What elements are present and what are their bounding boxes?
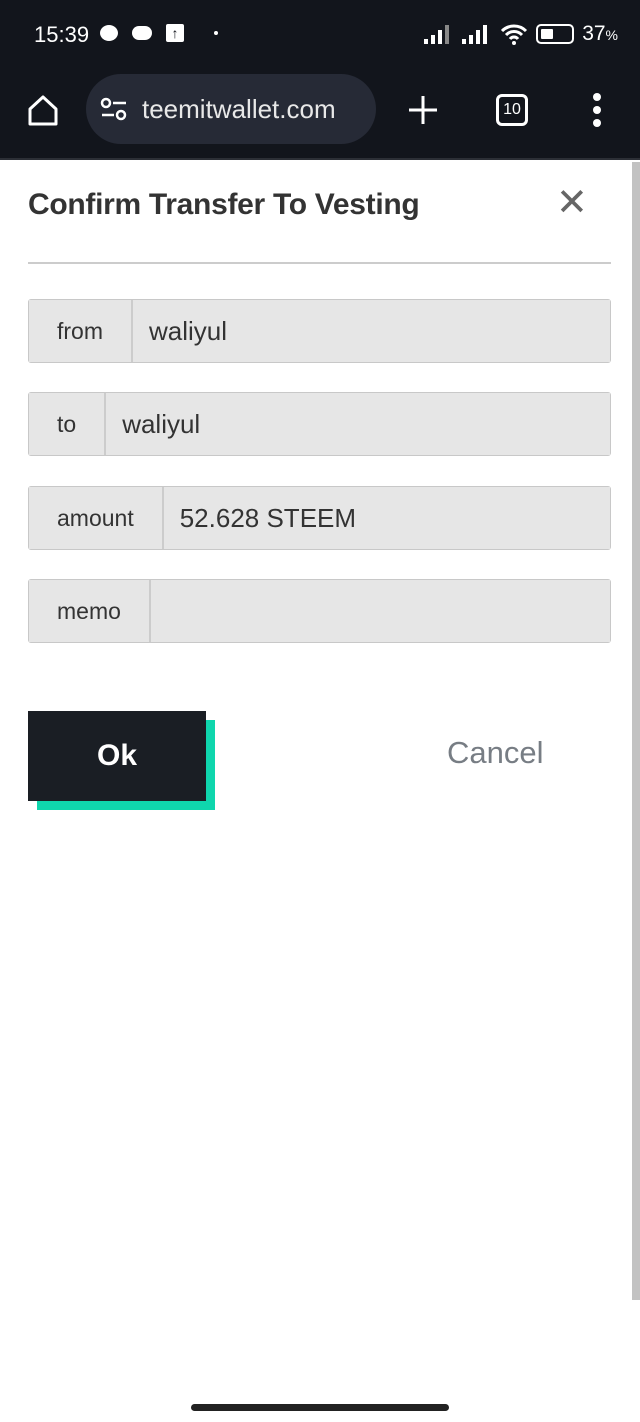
new-tab-icon[interactable] (407, 94, 439, 126)
from-field: from waliyul (28, 299, 611, 363)
status-bar: 15:39 ↑ 37% (0, 0, 640, 70)
dialog-title: Confirm Transfer To Vesting (28, 188, 420, 221)
status-time: 15:39 (34, 22, 90, 47)
field-value: waliyul (106, 393, 610, 455)
wifi-icon (501, 24, 528, 45)
url-text: teemitwallet.com (142, 93, 336, 124)
cancel-button[interactable]: Cancel (447, 735, 544, 771)
battery-level: 37% (582, 22, 618, 45)
amount-field: amount 52.628 STEEM (28, 486, 611, 550)
signal-icon (462, 25, 488, 44)
to-field: to waliyul (28, 392, 611, 456)
axis-message-icon (132, 26, 152, 40)
home-icon[interactable] (26, 93, 60, 127)
browser-toolbar: teemitwallet.com 10 (0, 70, 640, 160)
site-settings-icon[interactable] (100, 97, 128, 121)
signal-icon (424, 25, 450, 44)
more-menu-icon[interactable] (590, 92, 604, 128)
ok-button[interactable]: Ok (28, 711, 206, 801)
divider (28, 262, 611, 264)
field-value (150, 580, 610, 642)
memo-field: memo (28, 579, 611, 643)
field-label: amount (29, 487, 164, 549)
dot-icon (214, 31, 218, 35)
field-value: waliyul (133, 300, 610, 362)
battery-icon (536, 24, 575, 44)
field-label: memo (29, 580, 151, 642)
field-label: to (29, 393, 107, 455)
home-gesture-bar[interactable] (191, 1404, 449, 1411)
scrollbar[interactable] (632, 162, 640, 1300)
field-label: from (29, 300, 133, 362)
chat-bubble-icon (100, 25, 118, 41)
field-value: 52.628 STEEM (163, 487, 610, 549)
tab-switcher-button[interactable]: 10 (496, 94, 528, 126)
url-bar[interactable]: teemitwallet.com (86, 74, 376, 144)
close-icon[interactable]: ✕ (556, 180, 588, 225)
upload-icon: ↑ (166, 24, 184, 42)
